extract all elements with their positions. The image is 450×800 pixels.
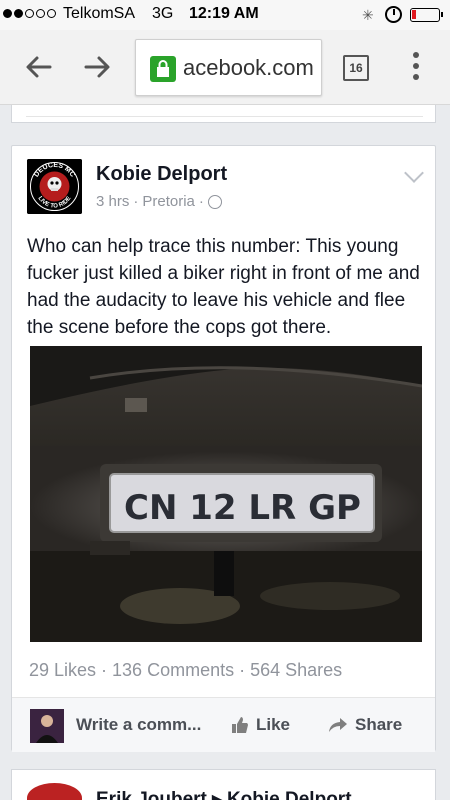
previous-post-card (11, 105, 436, 123)
post-author[interactable]: Kobie Delport (96, 163, 227, 186)
signal-strength-icon (3, 9, 56, 18)
like-button[interactable]: Like (231, 715, 290, 735)
post-location[interactable]: Pretoria (142, 193, 195, 210)
author-avatar[interactable]: DEUCES MC LIVE TO RIDE (27, 159, 82, 214)
browser-toolbar: acebook.com 16 (0, 30, 450, 105)
post-text: Who can help trace this number: This you… (27, 236, 420, 338)
tab-switcher-button[interactable]: 16 (343, 55, 369, 81)
post-card: DEUCES MC LIVE TO RIDE Kobie Delport 3 h… (11, 145, 436, 752)
license-plate-text: CN 12 LR GP (124, 488, 361, 528)
network-type: 3G (152, 5, 174, 22)
activity-spinner-icon: ✳ (362, 7, 374, 23)
battery-icon (410, 8, 443, 22)
post-photo[interactable]: CN 12 LR GP (30, 346, 422, 642)
meta-separator: · (133, 193, 139, 210)
alarm-icon (385, 6, 402, 23)
like-label: Like (256, 715, 291, 734)
thumbs-up-icon (232, 717, 248, 733)
engagement-counts[interactable]: 29 Likes · 136 Comments · 564 Shares (29, 660, 342, 681)
lock-icon (150, 56, 176, 82)
chevron-down-icon[interactable] (404, 163, 424, 183)
post-time[interactable]: 3 hrs (96, 193, 129, 210)
commenter-avatar (30, 709, 64, 743)
overflow-menu-icon[interactable] (412, 52, 420, 84)
post-actions-bar: Write a comm... Like Share (12, 698, 435, 752)
next-post-card: Erik Joubert ▸ Kobie Delport (11, 769, 436, 800)
back-arrow-icon[interactable] (22, 50, 56, 84)
carrier-name: TelkomSA (63, 5, 136, 22)
next-post-author[interactable]: Erik Joubert ▸ Kobie Delport (96, 788, 352, 800)
forward-arrow-icon[interactable] (80, 50, 114, 84)
url-text: acebook.com (183, 55, 313, 80)
share-arrow-icon (329, 718, 347, 732)
share-label: Share (355, 715, 403, 734)
write-comment-label: Write a comm... (76, 715, 202, 734)
meta-separator: · (198, 193, 204, 210)
next-author-avatar[interactable] (27, 783, 82, 800)
share-button[interactable]: Share (328, 715, 402, 735)
status-bar: TelkomSA 3G 12:19 AM ✳ (0, 0, 450, 30)
address-bar[interactable]: acebook.com (135, 39, 322, 96)
globe-icon (207, 194, 222, 209)
post-meta: 3 hrs · Pretoria · (96, 193, 222, 210)
write-comment-button[interactable]: Write a comm... (76, 715, 201, 735)
status-time: 12:19 AM (189, 5, 259, 22)
